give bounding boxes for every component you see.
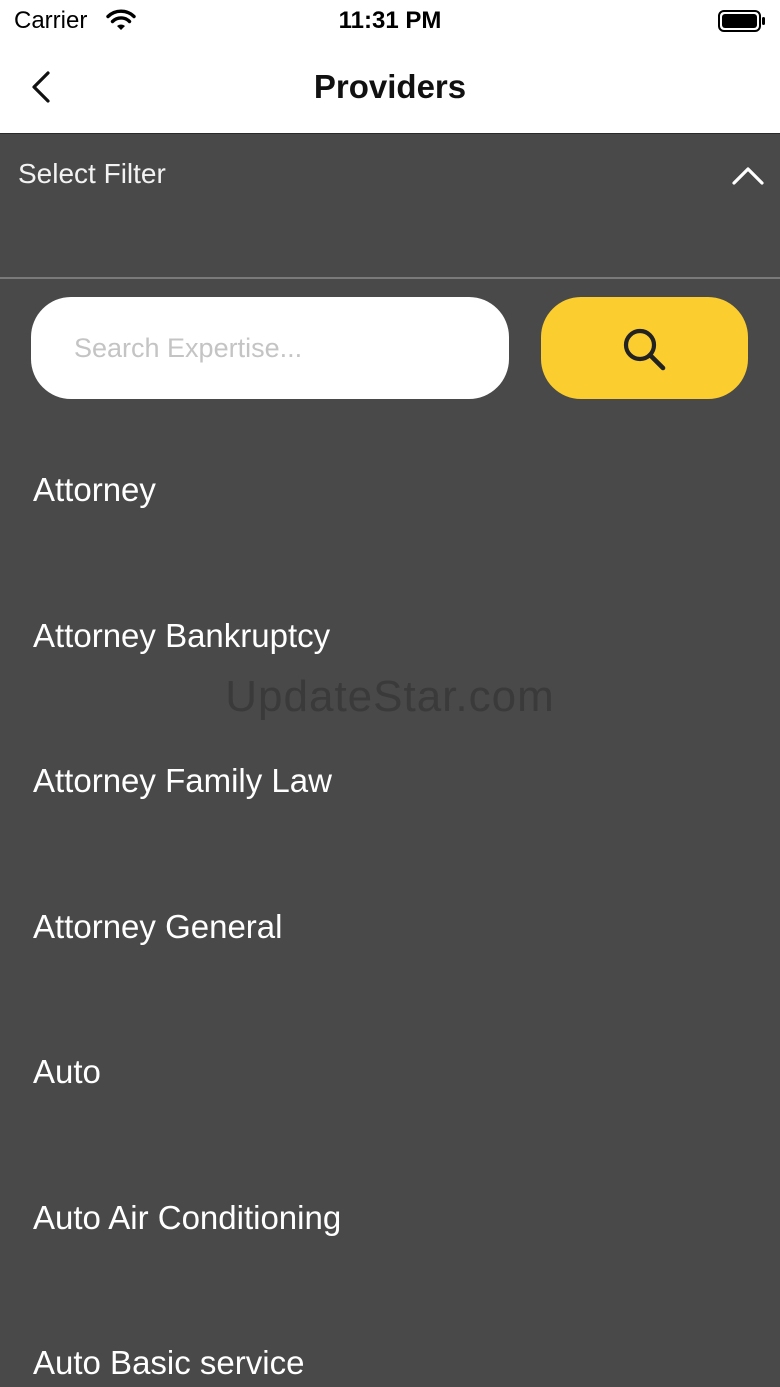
list-item[interactable]: Auto (0, 998, 780, 1144)
search-button[interactable] (541, 297, 748, 399)
list-item-label: Attorney Family Law (33, 762, 332, 799)
chevron-up-icon[interactable] (730, 164, 766, 188)
list-item[interactable]: Auto Basic service (0, 1289, 780, 1387)
search-expertise-input[interactable] (31, 297, 509, 399)
list-item[interactable]: Attorney General (0, 853, 780, 999)
list-item-label: Auto Air Conditioning (33, 1198, 342, 1236)
search-icon (623, 328, 666, 371)
list-item-label: Auto Basic service (33, 1344, 305, 1381)
status-bar: Carrier 11:31 PM (0, 0, 780, 44)
status-time: 11:31 PM (338, 7, 442, 34)
list-item-label: Attorney (33, 471, 156, 508)
list-item-label: Attorney General (33, 907, 283, 945)
list-item-label: Auto (33, 1053, 101, 1090)
select-filter-toggle[interactable]: Select Filter (0, 134, 780, 279)
list-item[interactable]: Attorney (0, 416, 780, 562)
list-item-label: Attorney Bankruptcy (33, 616, 331, 654)
navigation-bar: Providers (0, 44, 780, 134)
expertise-list: Attorney Attorney Bankruptcy Attorney Fa… (0, 416, 780, 1387)
list-item[interactable]: Attorney Family Law (0, 707, 780, 853)
select-filter-label: Select Filter (18, 158, 166, 189)
list-item[interactable]: Auto Air Conditioning (0, 1144, 780, 1290)
page-title: Providers (313, 68, 467, 105)
battery-icon (718, 10, 765, 32)
list-item[interactable]: Attorney Bankruptcy (0, 562, 780, 708)
